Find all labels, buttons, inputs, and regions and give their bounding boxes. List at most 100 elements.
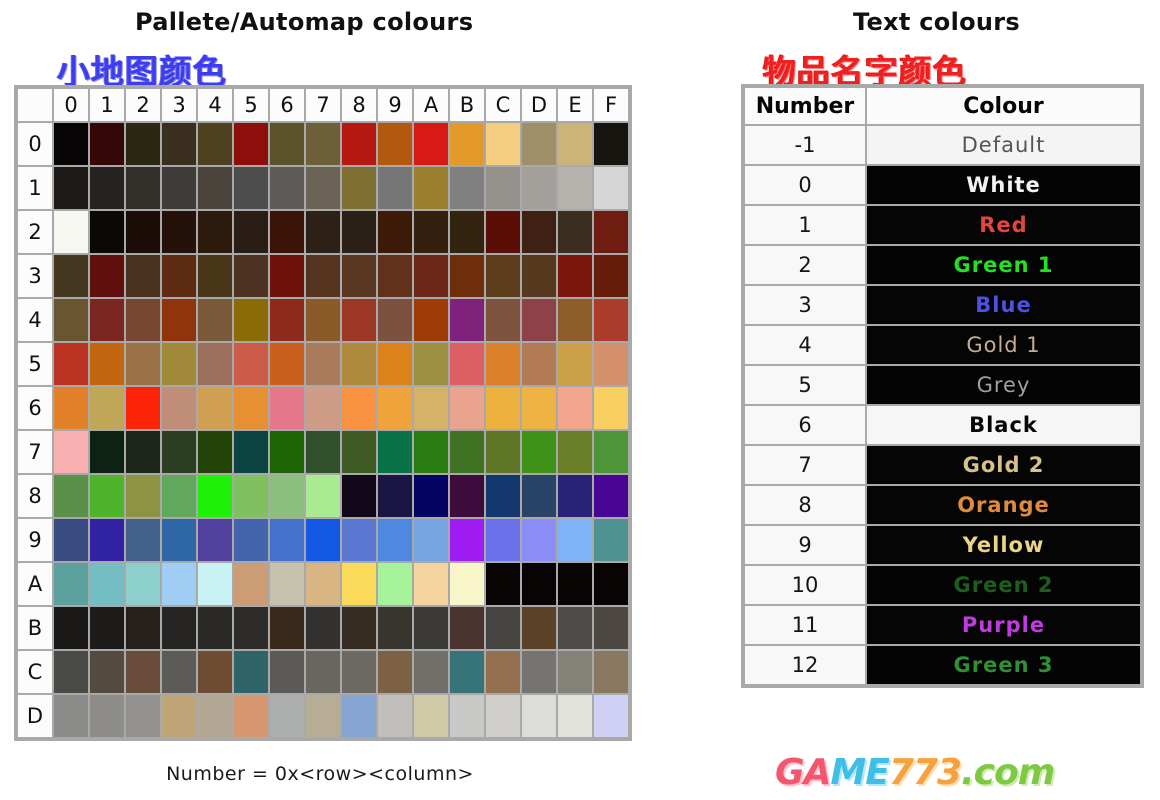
palette-swatch-1C[interactable] — [486, 167, 520, 209]
palette-swatch-42[interactable] — [126, 299, 160, 341]
palette-swatch-91[interactable] — [90, 519, 124, 561]
palette-swatch-3E[interactable] — [558, 255, 592, 297]
palette-swatch-BC[interactable] — [486, 607, 520, 649]
palette-swatch-C7[interactable] — [306, 651, 340, 693]
palette-swatch-B1[interactable] — [90, 607, 124, 649]
palette-swatch-DC[interactable] — [486, 695, 520, 737]
text-colour-swatch[interactable]: White — [867, 166, 1140, 204]
palette-swatch-57[interactable] — [306, 343, 340, 385]
palette-swatch-CF[interactable] — [594, 651, 628, 693]
palette-swatch-97[interactable] — [306, 519, 340, 561]
palette-swatch-D0[interactable] — [54, 695, 88, 737]
palette-swatch-83[interactable] — [162, 475, 196, 517]
palette-swatch-37[interactable] — [306, 255, 340, 297]
palette-swatch-77[interactable] — [306, 431, 340, 473]
palette-swatch-25[interactable] — [234, 211, 268, 253]
palette-swatch-26[interactable] — [270, 211, 304, 253]
text-colour-swatch[interactable]: Green 2 — [867, 566, 1140, 604]
palette-swatch-64[interactable] — [198, 387, 232, 429]
palette-swatch-34[interactable] — [198, 255, 232, 297]
palette-swatch-03[interactable] — [162, 123, 196, 165]
palette-swatch-7E[interactable] — [558, 431, 592, 473]
palette-swatch-4C[interactable] — [486, 299, 520, 341]
palette-swatch-2A[interactable] — [414, 211, 448, 253]
palette-swatch-9F[interactable] — [594, 519, 628, 561]
palette-swatch-8B[interactable] — [450, 475, 484, 517]
palette-swatch-D5[interactable] — [234, 695, 268, 737]
palette-swatch-BF[interactable] — [594, 607, 628, 649]
palette-swatch-8F[interactable] — [594, 475, 628, 517]
palette-swatch-5B[interactable] — [450, 343, 484, 385]
palette-swatch-A7[interactable] — [306, 563, 340, 605]
text-colour-swatch[interactable]: Black — [867, 406, 1140, 444]
palette-swatch-60[interactable] — [54, 387, 88, 429]
palette-swatch-A0[interactable] — [54, 563, 88, 605]
palette-swatch-7B[interactable] — [450, 431, 484, 473]
text-colour-swatch[interactable]: Yellow — [867, 526, 1140, 564]
palette-swatch-DF[interactable] — [594, 695, 628, 737]
palette-swatch-D7[interactable] — [306, 695, 340, 737]
palette-swatch-5D[interactable] — [522, 343, 556, 385]
palette-swatch-0C[interactable] — [486, 123, 520, 165]
palette-swatch-66[interactable] — [270, 387, 304, 429]
palette-swatch-81[interactable] — [90, 475, 124, 517]
palette-swatch-47[interactable] — [306, 299, 340, 341]
palette-swatch-A2[interactable] — [126, 563, 160, 605]
palette-swatch-35[interactable] — [234, 255, 268, 297]
palette-swatch-B4[interactable] — [198, 607, 232, 649]
palette-swatch-99[interactable] — [378, 519, 412, 561]
palette-swatch-D1[interactable] — [90, 695, 124, 737]
palette-swatch-07[interactable] — [306, 123, 340, 165]
palette-swatch-20[interactable] — [54, 211, 88, 253]
palette-swatch-4E[interactable] — [558, 299, 592, 341]
palette-swatch-53[interactable] — [162, 343, 196, 385]
palette-swatch-C1[interactable] — [90, 651, 124, 693]
palette-swatch-71[interactable] — [90, 431, 124, 473]
palette-swatch-8C[interactable] — [486, 475, 520, 517]
palette-swatch-15[interactable] — [234, 167, 268, 209]
palette-swatch-1F[interactable] — [594, 167, 628, 209]
palette-swatch-B9[interactable] — [378, 607, 412, 649]
palette-swatch-43[interactable] — [162, 299, 196, 341]
palette-swatch-8E[interactable] — [558, 475, 592, 517]
palette-swatch-65[interactable] — [234, 387, 268, 429]
palette-swatch-33[interactable] — [162, 255, 196, 297]
palette-swatch-7D[interactable] — [522, 431, 556, 473]
palette-swatch-CE[interactable] — [558, 651, 592, 693]
palette-swatch-A5[interactable] — [234, 563, 268, 605]
text-colour-swatch[interactable]: Blue — [867, 286, 1140, 324]
palette-swatch-16[interactable] — [270, 167, 304, 209]
palette-swatch-11[interactable] — [90, 167, 124, 209]
palette-swatch-62[interactable] — [126, 387, 160, 429]
palette-swatch-49[interactable] — [378, 299, 412, 341]
palette-swatch-74[interactable] — [198, 431, 232, 473]
palette-swatch-6C[interactable] — [486, 387, 520, 429]
palette-swatch-7A[interactable] — [414, 431, 448, 473]
palette-swatch-45[interactable] — [234, 299, 268, 341]
palette-swatch-17[interactable] — [306, 167, 340, 209]
palette-swatch-19[interactable] — [378, 167, 412, 209]
palette-swatch-C4[interactable] — [198, 651, 232, 693]
palette-swatch-46[interactable] — [270, 299, 304, 341]
palette-swatch-3D[interactable] — [522, 255, 556, 297]
palette-swatch-7C[interactable] — [486, 431, 520, 473]
palette-swatch-6B[interactable] — [450, 387, 484, 429]
palette-swatch-94[interactable] — [198, 519, 232, 561]
palette-swatch-79[interactable] — [378, 431, 412, 473]
palette-swatch-DB[interactable] — [450, 695, 484, 737]
palette-swatch-1B[interactable] — [450, 167, 484, 209]
text-colour-swatch[interactable]: Purple — [867, 606, 1140, 644]
palette-swatch-D2[interactable] — [126, 695, 160, 737]
palette-swatch-9C[interactable] — [486, 519, 520, 561]
palette-swatch-12[interactable] — [126, 167, 160, 209]
palette-swatch-DA[interactable] — [414, 695, 448, 737]
palette-swatch-A1[interactable] — [90, 563, 124, 605]
palette-swatch-B2[interactable] — [126, 607, 160, 649]
palette-swatch-C6[interactable] — [270, 651, 304, 693]
palette-swatch-2B[interactable] — [450, 211, 484, 253]
palette-swatch-C0[interactable] — [54, 651, 88, 693]
palette-swatch-10[interactable] — [54, 167, 88, 209]
palette-swatch-41[interactable] — [90, 299, 124, 341]
palette-swatch-52[interactable] — [126, 343, 160, 385]
palette-swatch-BD[interactable] — [522, 607, 556, 649]
